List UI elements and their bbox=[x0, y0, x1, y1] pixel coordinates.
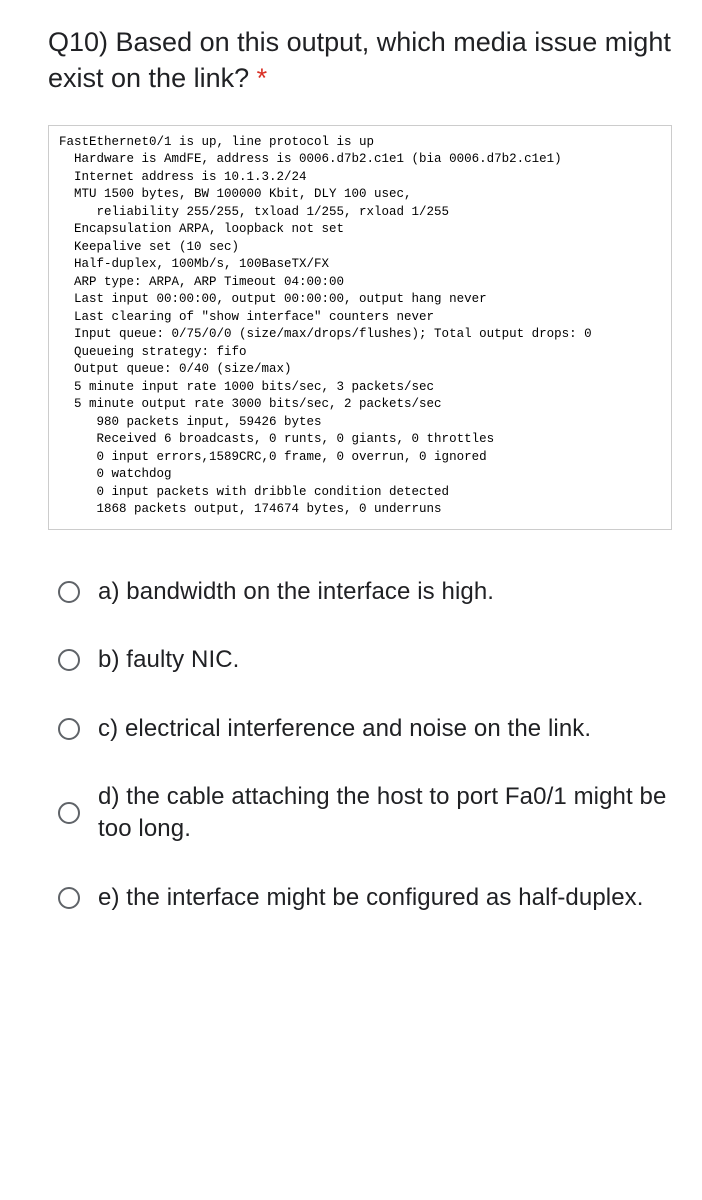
option-e-label: e) the interface might be configured as … bbox=[98, 882, 644, 914]
radio-icon bbox=[58, 802, 80, 824]
option-b-label: b) faulty NIC. bbox=[98, 644, 239, 676]
question-text: Q10) Based on this output, which media i… bbox=[48, 27, 671, 93]
radio-icon bbox=[58, 581, 80, 603]
option-b[interactable]: b) faulty NIC. bbox=[48, 626, 672, 694]
option-e[interactable]: e) the interface might be configured as … bbox=[48, 864, 672, 932]
option-a[interactable]: a) bandwidth on the interface is high. bbox=[48, 558, 672, 626]
question-page: Q10) Based on this output, which media i… bbox=[0, 0, 702, 942]
radio-icon bbox=[58, 649, 80, 671]
option-c[interactable]: c) electrical interference and noise on … bbox=[48, 695, 672, 763]
option-a-label: a) bandwidth on the interface is high. bbox=[98, 576, 494, 608]
radio-icon bbox=[58, 887, 80, 909]
option-d[interactable]: d) the cable attaching the host to port … bbox=[48, 763, 672, 864]
cli-output-block: FastEthernet0/1 is up, line protocol is … bbox=[48, 125, 672, 530]
option-c-label: c) electrical interference and noise on … bbox=[98, 713, 591, 745]
question-title: Q10) Based on this output, which media i… bbox=[48, 24, 672, 97]
options-group: a) bandwidth on the interface is high. b… bbox=[48, 558, 672, 932]
required-asterisk: * bbox=[257, 63, 268, 93]
radio-icon bbox=[58, 718, 80, 740]
option-d-label: d) the cable attaching the host to port … bbox=[98, 781, 672, 846]
